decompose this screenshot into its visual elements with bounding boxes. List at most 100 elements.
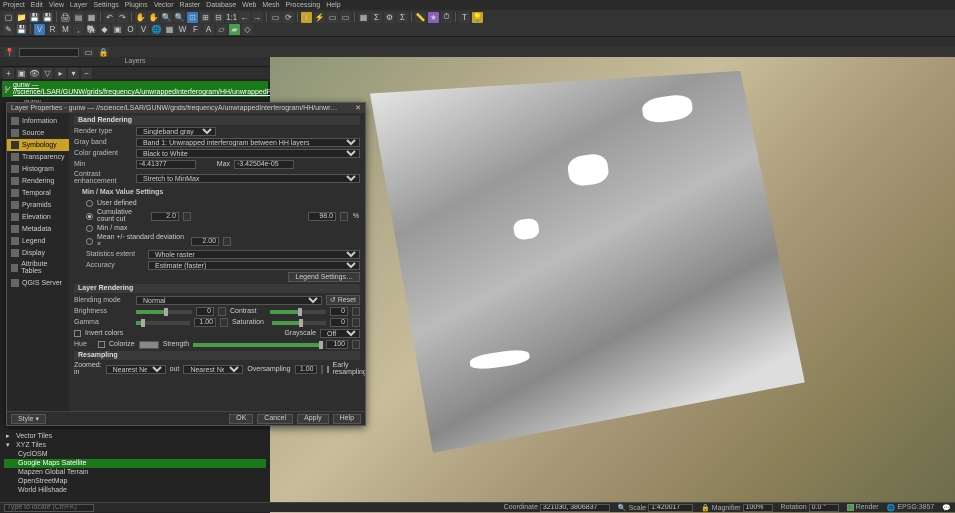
menu-help[interactable]: Help bbox=[326, 2, 340, 9]
zoomed-in-select[interactable]: Nearest Neighbour bbox=[106, 365, 166, 374]
legend-settings-button[interactable]: Legend Settings… bbox=[288, 272, 360, 282]
grayscale-select[interactable]: Off bbox=[320, 329, 360, 338]
layer-add-icon[interactable]: + bbox=[3, 68, 14, 79]
add-vector-icon[interactable]: V bbox=[34, 24, 45, 35]
user-defined-radio[interactable] bbox=[86, 200, 93, 207]
spinner-icon[interactable] bbox=[352, 318, 360, 327]
add-virtual-icon[interactable]: V bbox=[138, 24, 149, 35]
edit-toggle-icon[interactable]: ✎ bbox=[3, 24, 14, 35]
layout-mgr-icon[interactable]: ▦ bbox=[86, 12, 97, 23]
pan-icon[interactable]: ✋ bbox=[135, 12, 146, 23]
gray-band-select[interactable]: Band 1: Unwrapped interferogram between … bbox=[136, 138, 360, 147]
layer-item-unwrapped[interactable]: gunw — //science/LSAR/GUNW/grids/frequen… bbox=[2, 81, 268, 97]
strength-slider[interactable] bbox=[193, 343, 322, 347]
tree-mapzen[interactable]: Mapzen Global Terrain bbox=[4, 468, 266, 477]
gamma-slider[interactable] bbox=[136, 321, 190, 325]
action-icon[interactable]: ⚡ bbox=[314, 12, 325, 23]
oversampling-input[interactable] bbox=[295, 365, 317, 374]
nav-source[interactable]: Source bbox=[7, 127, 69, 139]
layer-visibility-icon[interactable]: 👁 bbox=[29, 68, 40, 79]
coordinate-input[interactable] bbox=[540, 504, 610, 512]
zoom-full-icon[interactable]: ⊡ bbox=[187, 12, 198, 23]
stddev-input[interactable] bbox=[191, 237, 219, 246]
colorize-checkbox[interactable] bbox=[98, 341, 105, 348]
zoom-last-icon[interactable]: ← bbox=[239, 12, 250, 23]
saturation-value[interactable] bbox=[330, 318, 348, 327]
identify-icon[interactable]: i bbox=[301, 12, 312, 23]
cum-lo-input[interactable] bbox=[151, 212, 179, 221]
new-map-icon[interactable]: ▭ bbox=[270, 12, 281, 23]
gamma-value[interactable] bbox=[194, 318, 216, 327]
refresh-icon[interactable]: ⟳ bbox=[283, 12, 294, 23]
max-input[interactable] bbox=[234, 160, 294, 169]
add-wcs-icon[interactable]: W bbox=[177, 24, 188, 35]
select-icon[interactable]: ▭ bbox=[327, 12, 338, 23]
nav-temporal[interactable]: Temporal bbox=[7, 187, 69, 199]
nav-information[interactable]: Information bbox=[7, 115, 69, 127]
text-annot-icon[interactable]: T bbox=[459, 12, 470, 23]
scale-input[interactable] bbox=[648, 504, 693, 512]
toolbox-icon[interactable]: ⚙ bbox=[384, 12, 395, 23]
zoom-next-icon[interactable]: → bbox=[252, 12, 263, 23]
field-calc-icon[interactable]: Σ bbox=[371, 12, 382, 23]
crs-icon[interactable]: 🌐 bbox=[887, 504, 896, 512]
add-wms-icon[interactable]: 🌐 bbox=[151, 24, 162, 35]
coord-capture-icon[interactable]: 📍 bbox=[4, 47, 15, 58]
new-geopackage-icon[interactable]: ▰ bbox=[229, 24, 240, 35]
apply-button[interactable]: Apply bbox=[297, 414, 329, 424]
nav-histogram[interactable]: Histogram bbox=[7, 163, 69, 175]
save-as-icon[interactable]: 💾 bbox=[42, 12, 53, 23]
spinner-icon[interactable] bbox=[352, 340, 360, 349]
menu-processing[interactable]: Processing bbox=[286, 2, 321, 9]
tree-cyclosm[interactable]: CyclOSM bbox=[4, 450, 266, 459]
blending-select[interactable]: Normal bbox=[136, 296, 322, 305]
menu-vector[interactable]: Vector bbox=[154, 2, 174, 9]
zoom-native-icon[interactable]: 1:1 bbox=[226, 12, 237, 23]
minmax-radio[interactable] bbox=[86, 225, 93, 232]
save-icon[interactable]: 💾 bbox=[29, 12, 40, 23]
brightness-slider[interactable] bbox=[136, 310, 192, 314]
bookmark-icon[interactable]: ★ bbox=[428, 12, 439, 23]
add-raster-icon[interactable]: R bbox=[47, 24, 58, 35]
color-gradient-select[interactable]: Black to White bbox=[136, 149, 360, 158]
undo-icon[interactable]: ↶ bbox=[104, 12, 115, 23]
layer-remove-icon[interactable]: − bbox=[81, 68, 92, 79]
add-mssql-icon[interactable]: ▣ bbox=[112, 24, 123, 35]
tree-vector-tiles[interactable]: ▸Vector Tiles bbox=[4, 432, 266, 441]
contrast-select[interactable]: Stretch to MinMax bbox=[136, 174, 360, 183]
print-icon[interactable]: 🖨 bbox=[60, 12, 71, 23]
zoom-in-icon[interactable]: 🔍 bbox=[161, 12, 172, 23]
ok-button[interactable]: OK bbox=[229, 414, 253, 424]
tips-icon[interactable]: 💡 bbox=[472, 12, 483, 23]
zoom-out-icon[interactable]: 🔍 bbox=[174, 12, 185, 23]
spinner-icon[interactable] bbox=[352, 307, 360, 316]
deselect-icon[interactable]: ▭ bbox=[340, 12, 351, 23]
add-oracle-icon[interactable]: O bbox=[125, 24, 136, 35]
stats-icon[interactable]: Σ bbox=[397, 12, 408, 23]
spinner-icon[interactable] bbox=[220, 318, 228, 327]
open-icon[interactable]: 📁 bbox=[16, 12, 27, 23]
menu-edit[interactable]: Edit bbox=[31, 2, 43, 9]
render-type-select[interactable]: Singleband gray bbox=[136, 127, 216, 136]
layer-checkbox-icon[interactable] bbox=[5, 86, 7, 93]
nav-legend[interactable]: Legend bbox=[7, 235, 69, 247]
reset-button[interactable]: ↺ Reset bbox=[326, 295, 360, 305]
menu-plugins[interactable]: Plugins bbox=[125, 2, 148, 9]
add-delimited-icon[interactable]: , bbox=[73, 24, 84, 35]
close-icon[interactable]: ✕ bbox=[355, 104, 361, 112]
menu-view[interactable]: View bbox=[49, 2, 64, 9]
brightness-value[interactable] bbox=[196, 307, 214, 316]
rotation-input[interactable] bbox=[809, 504, 839, 512]
spinner-icon[interactable] bbox=[340, 212, 348, 221]
menu-layer[interactable]: Layer bbox=[70, 2, 88, 9]
spinner-icon[interactable] bbox=[321, 365, 323, 374]
menu-project[interactable]: Project bbox=[3, 2, 25, 9]
spinner-icon[interactable] bbox=[223, 237, 231, 246]
messages-icon[interactable]: 💬 bbox=[942, 504, 951, 512]
map-canvas[interactable] bbox=[270, 57, 955, 513]
coord-lock-icon[interactable]: 🔒 bbox=[98, 47, 109, 58]
new-shapefile-icon[interactable]: ▱ bbox=[216, 24, 227, 35]
temporal-icon[interactable]: ⏱ bbox=[441, 12, 452, 23]
zoom-selection-icon[interactable]: ⊞ bbox=[200, 12, 211, 23]
add-afs-icon[interactable]: A bbox=[203, 24, 214, 35]
